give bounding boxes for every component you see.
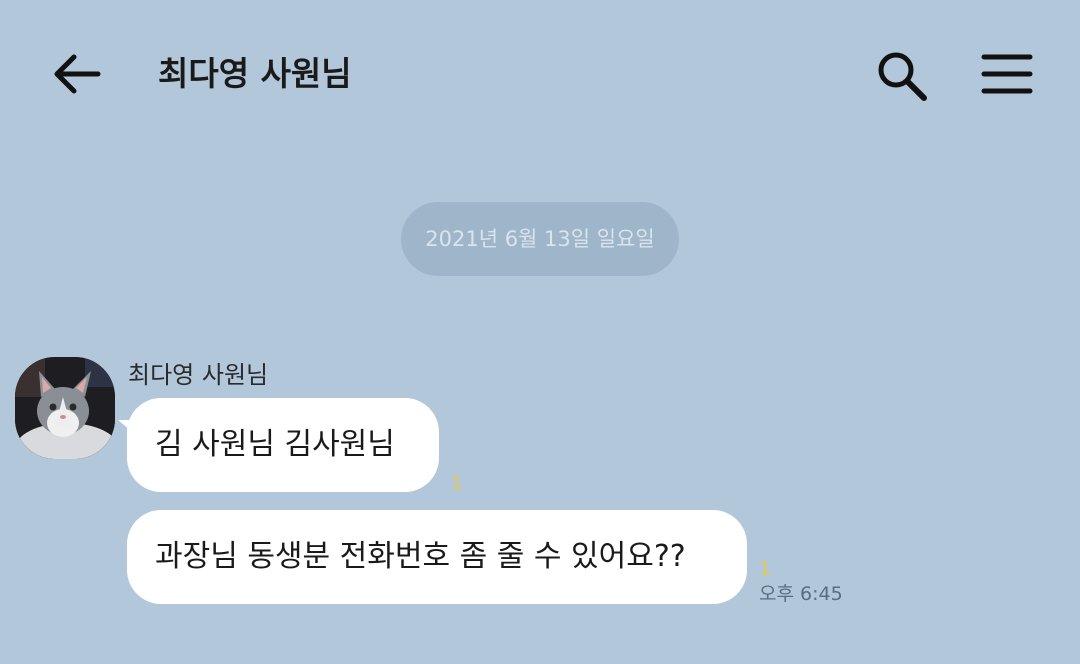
sender-name: 최다영 사원님 xyxy=(128,361,269,389)
message-bubble[interactable]: 과장님 동생분 전화번호 좀 줄 수 있어요?? xyxy=(127,510,747,604)
search-icon xyxy=(878,52,927,101)
sender-avatar[interactable] xyxy=(15,357,115,459)
back-button[interactable] xyxy=(50,50,102,98)
menu-button[interactable] xyxy=(980,52,1034,96)
message-time: 오후 6:45 xyxy=(759,583,843,605)
unread-count: 1 xyxy=(759,558,772,580)
message-bubble[interactable]: 김 사원님 김사원님 xyxy=(127,398,439,492)
search-button[interactable] xyxy=(874,48,930,104)
date-divider: 2021년 6월 13일 일요일 xyxy=(401,202,679,276)
hamburger-menu-icon xyxy=(981,54,1033,94)
unread-count: 1 xyxy=(451,472,464,494)
chat-header: 최다영 사원님 xyxy=(0,0,1080,150)
chat-title: 최다영 사원님 xyxy=(158,54,352,93)
cat-photo-icon xyxy=(15,357,115,459)
arrow-left-icon xyxy=(54,54,101,94)
